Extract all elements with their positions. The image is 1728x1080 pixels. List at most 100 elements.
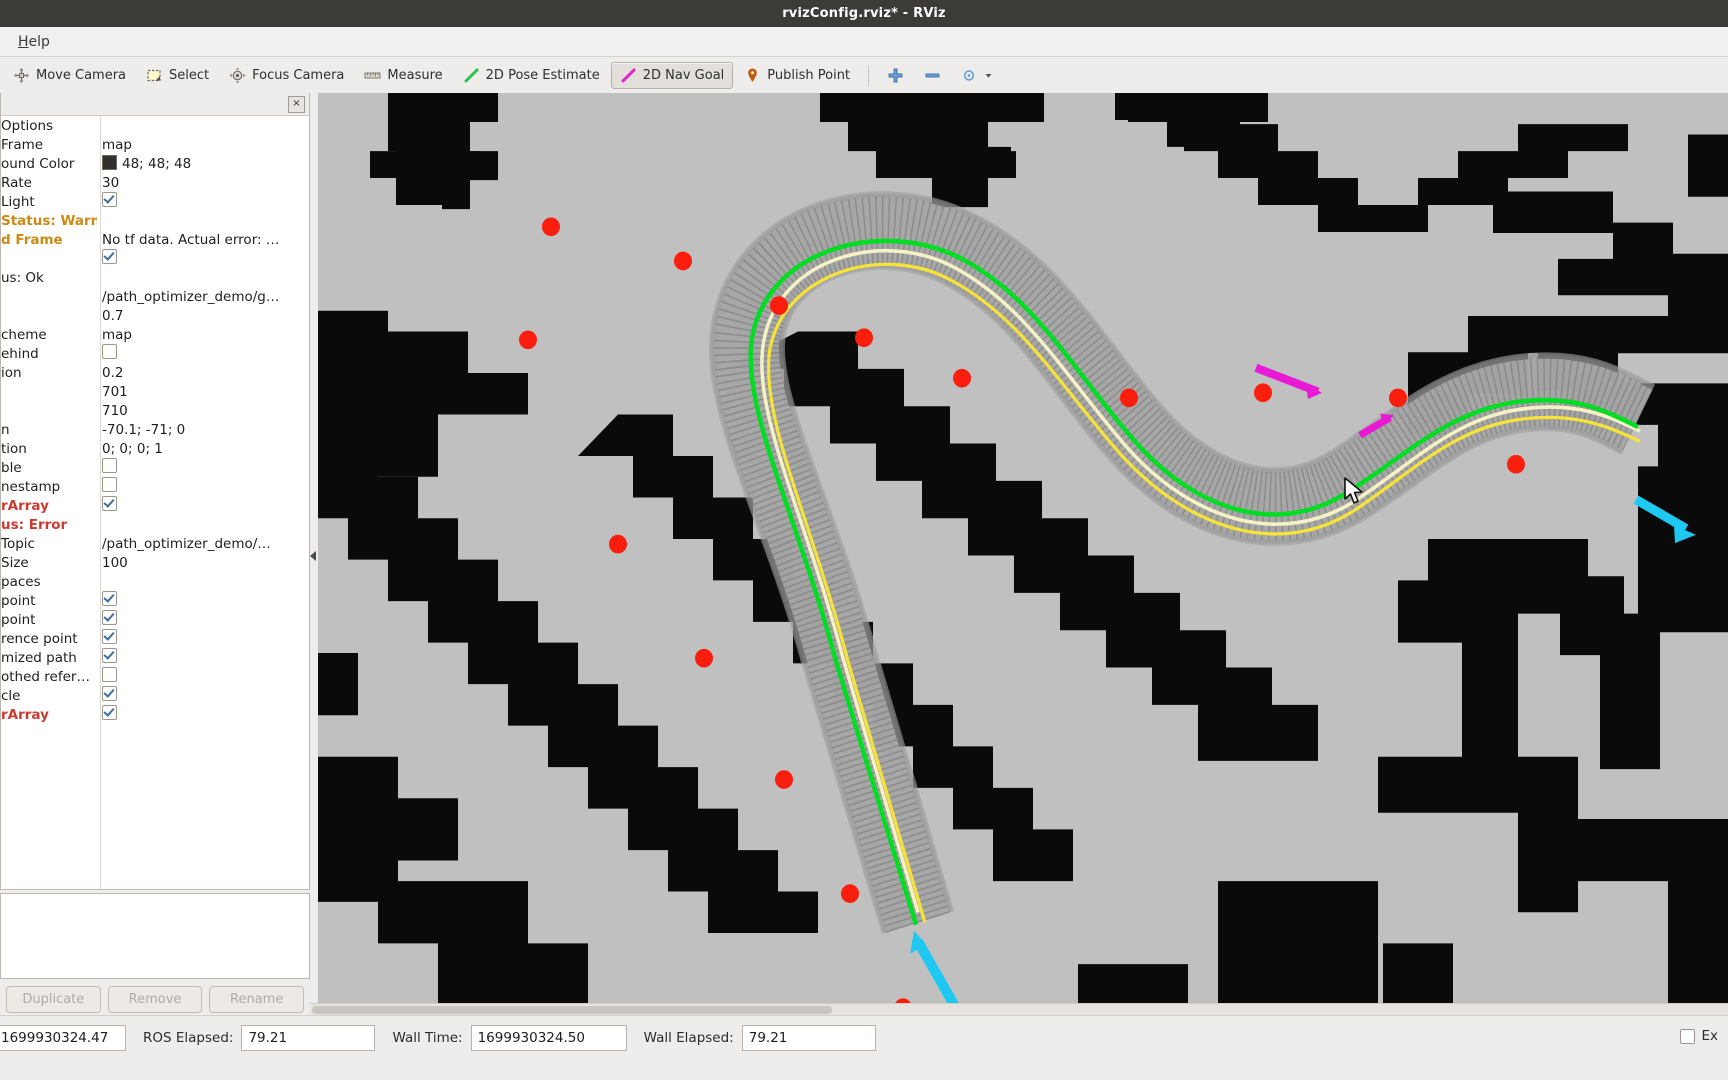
property-checkbox[interactable] — [102, 667, 117, 682]
property-row[interactable]: n -70.1; -71; 0 — [1, 420, 309, 439]
tool-publish-point[interactable]: Publish Point — [735, 62, 859, 89]
property-row[interactable]: rence point — [1, 629, 309, 648]
property-value[interactable] — [102, 192, 307, 211]
property-value[interactable]: map — [102, 137, 307, 153]
property-row[interactable]: Frame map — [1, 135, 309, 154]
property-row[interactable]: ound Color 48; 48; 48 — [1, 154, 309, 173]
collapse-panel-arrow-icon[interactable] — [310, 550, 316, 561]
property-value[interactable]: map — [102, 327, 307, 343]
property-row[interactable]: Rate 30 — [1, 173, 309, 192]
property-value[interactable] — [102, 610, 307, 629]
property-value[interactable]: 0; 0; 0; 1 — [102, 441, 307, 457]
property-value[interactable] — [102, 648, 307, 667]
property-value[interactable] — [102, 477, 307, 496]
property-value[interactable]: 710 — [102, 403, 307, 419]
property-value[interactable]: /path_optimizer_demo/g… — [102, 289, 307, 305]
property-value[interactable]: No tf data. Actual error: … — [102, 232, 307, 248]
property-value[interactable] — [102, 249, 307, 268]
property-row[interactable]: point — [1, 591, 309, 610]
tool-2d-pose-estimate[interactable]: 2D Pose Estimate — [454, 62, 609, 89]
property-value[interactable]: 701 — [102, 384, 307, 400]
property-checkbox[interactable] — [102, 648, 117, 663]
property-row[interactable]: othed refer… — [1, 667, 309, 686]
property-checkbox[interactable] — [102, 496, 117, 511]
property-row[interactable]: us: Ok — [1, 268, 309, 287]
remove-tool-button[interactable] — [915, 62, 950, 89]
tool-move-camera[interactable]: Move Camera — [4, 62, 135, 89]
tool-measure[interactable]: Measure — [355, 62, 451, 89]
property-value[interactable]: 30 — [102, 175, 307, 191]
property-row[interactable]: ion 0.2 — [1, 363, 309, 382]
property-value[interactable] — [102, 667, 307, 686]
add-tool-button[interactable] — [878, 62, 913, 89]
experimental-toggle[interactable]: Ex — [1680, 1028, 1718, 1044]
property-row[interactable]: cheme map — [1, 325, 309, 344]
property-row[interactable]: d Frame No tf data. Actual error: … — [1, 230, 309, 249]
time-field-value[interactable]: 1699930324.50 — [470, 1025, 627, 1051]
rename-button[interactable]: Rename — [209, 986, 305, 1013]
property-checkbox[interactable] — [102, 705, 117, 720]
property-value[interactable]: 0.7 — [102, 308, 307, 324]
panel-splitter[interactable] — [310, 93, 318, 1016]
property-checkbox[interactable] — [102, 192, 117, 207]
property-checkbox[interactable] — [102, 629, 117, 644]
property-row[interactable]: tion 0; 0; 0; 1 — [1, 439, 309, 458]
time-field-value[interactable]: 1699930324.47 — [0, 1025, 126, 1051]
render-view-3d[interactable] — [318, 93, 1728, 1016]
property-row[interactable]: Status: Warn — [1, 211, 309, 230]
property-row[interactable]: us: Error — [1, 515, 309, 534]
property-value[interactable] — [102, 344, 307, 363]
property-row[interactable]: cle — [1, 686, 309, 705]
time-field-value[interactable]: 79.21 — [741, 1025, 876, 1051]
property-row[interactable]: ehind — [1, 344, 309, 363]
property-row[interactable]: 710 — [1, 401, 309, 420]
property-checkbox[interactable] — [102, 458, 117, 473]
property-row[interactable]: ble — [1, 458, 309, 477]
property-value[interactable] — [102, 591, 307, 610]
property-checkbox[interactable] — [102, 591, 117, 606]
property-row[interactable]: Size 100 — [1, 553, 309, 572]
property-row[interactable]: rArray — [1, 496, 309, 515]
property-checkbox[interactable] — [102, 686, 117, 701]
tool-2d-nav-goal[interactable]: 2D Nav Goal — [610, 62, 734, 89]
property-row[interactable]: nestamp — [1, 477, 309, 496]
property-row[interactable]: /path_optimizer_demo/g… — [1, 287, 309, 306]
menu-item-help[interactable]: Help — [12, 32, 56, 52]
tool-properties-button[interactable] — [952, 62, 1002, 89]
experimental-checkbox[interactable] — [1680, 1028, 1696, 1044]
property-value[interactable]: /path_optimizer_demo/… — [102, 536, 307, 552]
close-icon[interactable]: × — [288, 96, 305, 113]
property-value[interactable]: 48; 48; 48 — [102, 155, 307, 172]
property-checkbox[interactable] — [102, 477, 117, 492]
time-field-value[interactable]: 79.21 — [241, 1025, 376, 1051]
property-row[interactable]: point — [1, 610, 309, 629]
tool-select[interactable]: Select — [137, 62, 218, 89]
property-value[interactable]: 100 — [102, 555, 307, 571]
property-value[interactable] — [102, 686, 307, 705]
remove-button[interactable]: Remove — [107, 986, 203, 1013]
property-value[interactable]: 0.2 — [102, 365, 307, 381]
property-checkbox[interactable] — [102, 344, 117, 359]
property-row[interactable]: mized path — [1, 648, 309, 667]
property-row[interactable] — [1, 249, 309, 268]
property-value[interactable] — [102, 705, 307, 724]
property-table[interactable]: Options Frame map ound Color 48; 48; 48 Rate 3… — [1, 116, 309, 889]
hscrollbar-thumb[interactable] — [312, 1006, 832, 1014]
property-value[interactable] — [102, 458, 307, 477]
property-checkbox[interactable] — [102, 610, 117, 625]
property-row[interactable]: paces — [1, 572, 309, 591]
property-row[interactable]: Options — [1, 116, 309, 135]
property-checkbox[interactable] — [102, 249, 117, 264]
property-row[interactable]: rArray — [1, 705, 309, 724]
property-row[interactable]: Light — [1, 192, 309, 211]
property-row[interactable]: Topic/path_optimizer_demo/… — [1, 534, 309, 553]
duplicate-button[interactable]: Duplicate — [6, 986, 101, 1013]
property-value[interactable] — [102, 629, 307, 648]
property-row[interactable]: 0.7 — [1, 306, 309, 325]
property-value[interactable] — [102, 496, 307, 515]
tool-focus-camera[interactable]: Focus Camera — [220, 62, 353, 89]
property-row[interactable]: 701 — [1, 382, 309, 401]
tool-properties-panel[interactable] — [0, 893, 310, 979]
property-value[interactable]: -70.1; -71; 0 — [102, 422, 307, 438]
color-swatch[interactable] — [102, 155, 117, 170]
